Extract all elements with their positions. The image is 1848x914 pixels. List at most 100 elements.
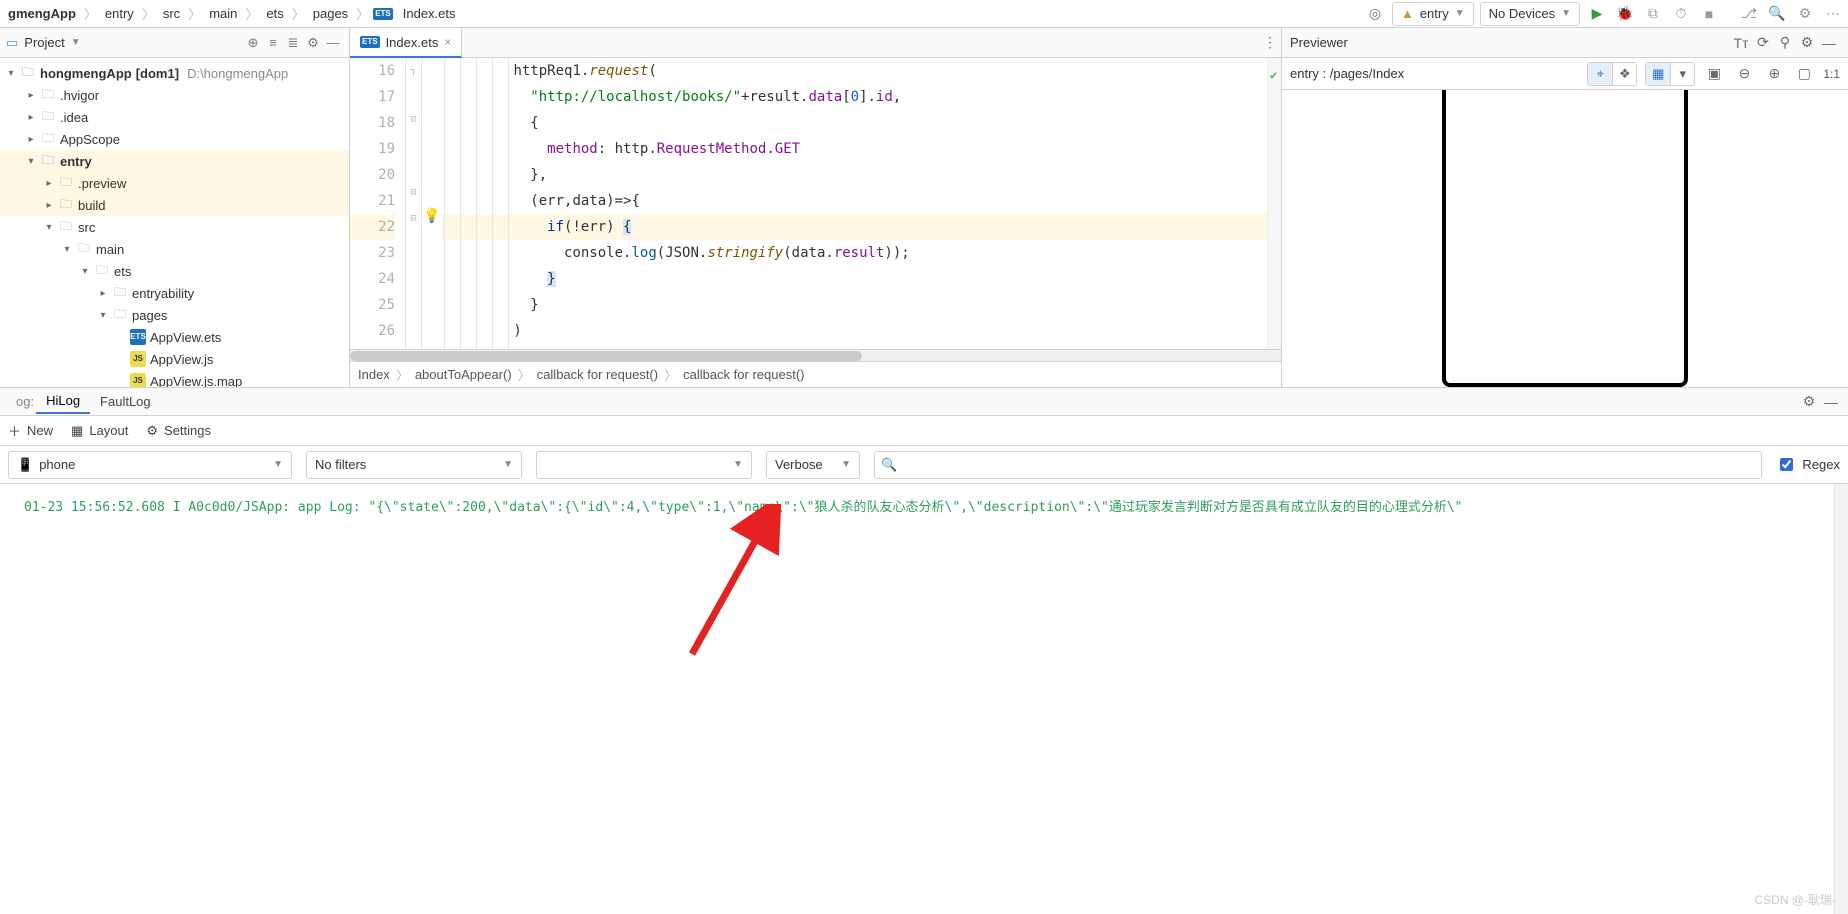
regex-toggle[interactable]: Regex	[1776, 455, 1840, 474]
tree-twisty[interactable]: ▸	[24, 112, 38, 123]
tree-twisty[interactable]: ▾	[60, 244, 74, 255]
debug-button[interactable]: 🐞	[1614, 3, 1636, 25]
tree-twisty[interactable]: ▸	[24, 90, 38, 101]
tag-filter-select[interactable]: ▼	[536, 451, 752, 479]
tree-node[interactable]: ▸🗀AppScope	[0, 128, 349, 150]
fold-handle[interactable]	[406, 326, 421, 349]
close-icon[interactable]: ×	[444, 35, 451, 49]
previewer-canvas[interactable]	[1282, 90, 1848, 387]
inspect-icon[interactable]: ⌖	[1588, 63, 1612, 85]
project-panel-title[interactable]: Project	[24, 35, 64, 50]
profile-button[interactable]: ⏱	[1670, 3, 1692, 25]
fold-handle[interactable]	[406, 84, 421, 107]
tree-node[interactable]: ▾🗀entry	[0, 150, 349, 172]
tree-node[interactable]: ▸🗀.preview	[0, 172, 349, 194]
tree-twisty[interactable]: ▾	[24, 156, 38, 167]
fold-handle[interactable]: ⊟	[406, 180, 421, 206]
tree-twisty[interactable]: ▸	[24, 134, 38, 145]
tree-node[interactable]: ▾🗀pages	[0, 304, 349, 326]
scope-filter-select[interactable]: No filters ▼	[306, 451, 522, 479]
editor-crumb-item[interactable]: aboutToAppear()	[415, 367, 512, 382]
code-area[interactable]: 161718192021222324252627 ┐⊟⊟⊟ 💡 httpReq1…	[350, 58, 1281, 349]
run-config-selector[interactable]: ▲ entry ▼	[1392, 2, 1474, 26]
editor-menu-icon[interactable]: ⋮	[1259, 32, 1281, 54]
view-mode-group[interactable]: ▦ ▾	[1645, 62, 1695, 86]
coverage-button[interactable]: ⧉	[1642, 3, 1664, 25]
log-v-scrollbar[interactable]	[1834, 484, 1848, 914]
zoom-ratio[interactable]: 1:1	[1823, 67, 1840, 81]
crop-icon[interactable]: ▣	[1703, 63, 1725, 85]
fold-handle[interactable]	[406, 256, 421, 279]
editor-status-strip[interactable]: ✔	[1267, 58, 1281, 349]
tree-node[interactable]: JSAppView.js	[0, 348, 349, 370]
fold-handle[interactable]: ⊟	[406, 107, 421, 133]
git-button[interactable]: ⎇	[1738, 3, 1760, 25]
zoom-out-icon[interactable]: ⊖	[1733, 63, 1755, 85]
collapse-icon[interactable]: ≣	[283, 33, 303, 53]
tree-node[interactable]: ▸🗀.hvigor	[0, 84, 349, 106]
breadcrumb-item[interactable]: main	[205, 4, 241, 23]
gear-icon[interactable]: ⚙	[303, 33, 323, 53]
filter-icon[interactable]: ⚲	[1774, 32, 1796, 54]
fold-handle[interactable]: ┐	[406, 58, 421, 84]
tree-twisty[interactable]: ▸	[96, 288, 110, 299]
tree-node[interactable]: ETSAppView.ets	[0, 326, 349, 348]
tree-root[interactable]: ▾ 🗀 hongmengApp [dom1] D:\hongmengApp	[0, 62, 349, 84]
device-selector[interactable]: No Devices ▼	[1480, 2, 1580, 26]
tree-twisty[interactable]: ▸	[42, 200, 56, 211]
tree-twisty[interactable]: ▾	[78, 266, 92, 277]
editor-h-scrollbar[interactable]	[350, 349, 1281, 361]
editor-crumb-item[interactable]: callback for request()	[537, 367, 658, 382]
log-tab-hilog[interactable]: HiLog	[36, 389, 90, 414]
zoom-in-icon[interactable]: ⊕	[1763, 63, 1785, 85]
breadcrumb-item[interactable]: gmengApp	[4, 4, 80, 23]
project-tree[interactable]: ▾ 🗀 hongmengApp [dom1] D:\hongmengApp ▸🗀…	[0, 58, 349, 387]
tree-node[interactable]: ▸🗀entryability	[0, 282, 349, 304]
log-new-button[interactable]: ＋New	[8, 421, 53, 440]
run-button[interactable]: ▶	[1586, 3, 1608, 25]
level-filter-select[interactable]: Verbose ▼	[766, 451, 860, 479]
log-search-input[interactable]: 🔍	[874, 451, 1762, 479]
inspect-mode-group[interactable]: ⌖ ❖	[1587, 62, 1637, 86]
log-layout-button[interactable]: ▦Layout	[71, 423, 128, 439]
log-tab-faultlog[interactable]: FaultLog	[90, 390, 161, 413]
editor-breadcrumb[interactable]: Index〉aboutToAppear()〉callback for reque…	[350, 361, 1281, 387]
log-settings-button[interactable]: ⚙Settings	[146, 423, 211, 439]
breadcrumb-item[interactable]: Index.ets	[399, 4, 460, 23]
lightbulb-icon[interactable]: 💡	[423, 203, 440, 229]
target-icon[interactable]: ◎	[1364, 3, 1386, 25]
tree-node[interactable]: ▾🗀ets	[0, 260, 349, 282]
gear-icon[interactable]: ⚙	[1796, 32, 1818, 54]
tree-twisty[interactable]: ▾	[4, 68, 18, 79]
grid-icon[interactable]: ▦	[1646, 63, 1670, 85]
hide-panel-icon[interactable]: —	[1818, 32, 1840, 54]
stop-button[interactable]: ■	[1698, 3, 1720, 25]
scrollbar-thumb[interactable]	[350, 351, 862, 361]
tree-twisty[interactable]: ▸	[42, 178, 56, 189]
chevron-down-icon[interactable]: ▾	[1670, 63, 1694, 85]
fit-icon[interactable]: ▢	[1793, 63, 1815, 85]
tree-node[interactable]: JSAppView.js.map	[0, 370, 349, 387]
layers-icon[interactable]: ❖	[1612, 63, 1636, 85]
tree-node[interactable]: ▸🗀.idea	[0, 106, 349, 128]
locate-icon[interactable]: ⊕	[243, 33, 263, 53]
regex-checkbox[interactable]	[1780, 458, 1793, 471]
editor-tab-index[interactable]: ETS Index.ets ×	[350, 28, 462, 58]
breadcrumb-item[interactable]: ets	[262, 4, 287, 23]
settings-icon[interactable]: ⚙	[1794, 3, 1816, 25]
tree-twisty[interactable]: ▾	[42, 222, 56, 233]
gear-icon[interactable]: ⚙	[1798, 391, 1820, 413]
breadcrumb-item[interactable]: entry	[101, 4, 138, 23]
device-filter-select[interactable]: 📱phone ▼	[8, 451, 292, 479]
fold-column[interactable]: ┐⊟⊟⊟	[406, 58, 422, 349]
fold-handle[interactable]: ⊟	[406, 206, 421, 232]
editor-crumb-item[interactable]: callback for request()	[683, 367, 804, 382]
fold-handle[interactable]	[406, 279, 421, 302]
hide-panel-icon[interactable]: —	[1820, 391, 1842, 413]
tree-node[interactable]: ▸🗀build	[0, 194, 349, 216]
tree-node[interactable]: ▾🗀main	[0, 238, 349, 260]
refresh-icon[interactable]: ⟳	[1752, 32, 1774, 54]
more-icon[interactable]: ⋯	[1822, 3, 1844, 25]
breadcrumb-item[interactable]: src	[159, 4, 184, 23]
fold-handle[interactable]	[406, 157, 421, 180]
